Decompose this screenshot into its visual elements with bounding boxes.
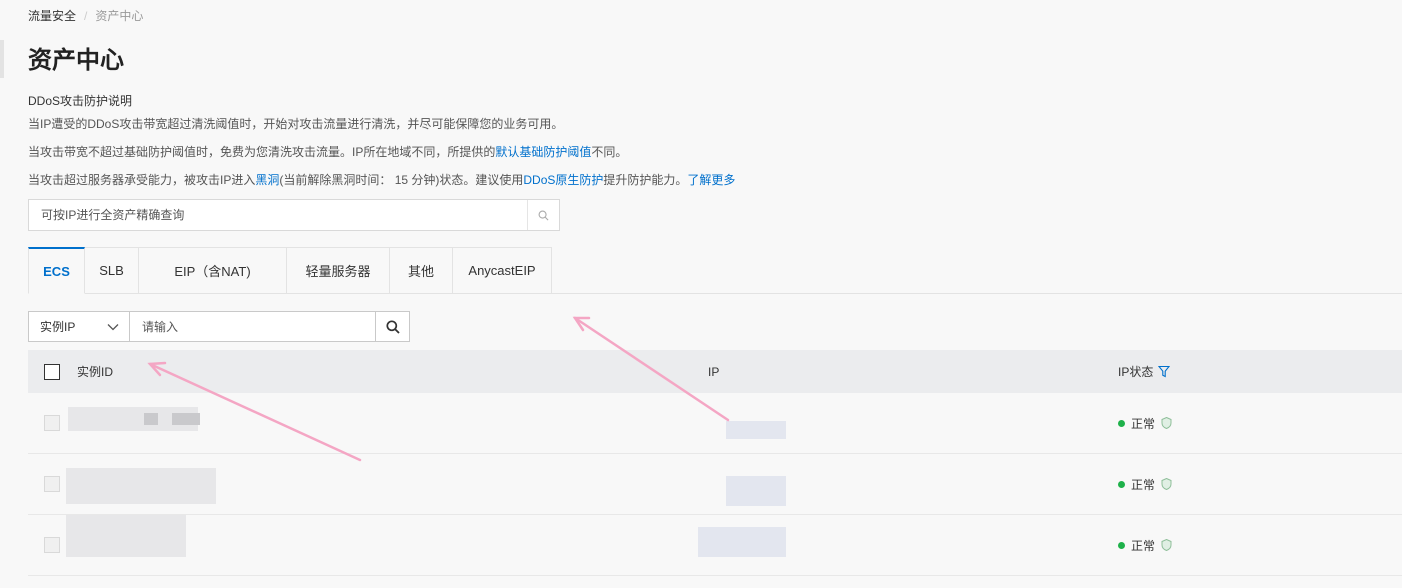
row-checkbox[interactable] [44,415,60,431]
table-header: 实例ID IP IP状态 [28,350,1402,393]
shield-icon [1161,417,1172,429]
tab-lightweight-server[interactable]: 轻量服务器 [287,247,390,294]
redacted-block [144,413,158,425]
global-search-button[interactable] [527,200,559,230]
tab-slb[interactable]: SLB [85,247,139,294]
filter-type-value: 实例IP [40,320,76,334]
filter-search-button[interactable] [376,311,410,342]
learn-more-link[interactable]: 了解更多 [687,173,735,187]
ddos-description-line-3: 当攻击超过服务器承受能力，被攻击IP进入黑洞(当前解除黑洞时间： 15 分钟)状… [28,171,735,188]
row-checkbox[interactable] [44,537,60,553]
search-icon [538,210,549,220]
ddos-description-line-1: 当IP遭受的DDoS攻击带宽超过清洗阈值时，开始对攻击流量进行清洗，并尽可能保障… [28,117,564,131]
table-row: 正常 [28,454,1402,515]
global-search-input[interactable] [29,200,527,230]
filter-funnel-icon[interactable] [1158,365,1171,378]
table-row: 正常 [28,393,1402,454]
tab-ecs[interactable]: ECS [28,247,85,294]
ip-status-cell: 正常 [1118,537,1172,554]
status-ok-dot [1118,480,1125,488]
status-label: 正常 [1131,477,1156,492]
ip-status-cell: 正常 [1118,415,1172,432]
redacted-instance-id [66,515,186,557]
header-ip: IP [708,364,720,379]
header-ip-status-label: IP状态 [1118,365,1154,379]
shield-icon [1161,478,1172,490]
filter-input-wrap [130,311,376,342]
redacted-instance-id [66,468,216,504]
line3-mid: (当前解除黑洞时间： 15 分钟)状态。建议使用 [279,173,524,187]
redacted-ip[interactable] [698,527,786,557]
redacted-block [172,413,200,425]
status-ok-dot [1118,541,1125,549]
line3-prefix: 当攻击超过服务器承受能力，被攻击IP进入 [28,173,256,187]
line2-prefix: 当攻击带宽不超过基础防护阈值时，免费为您清洗攻击流量。IP所在地域不同，所提供的 [28,145,496,159]
header-instance-id: 实例ID [77,365,114,379]
status-label: 正常 [1131,416,1156,431]
ddos-description-line-2: 当攻击带宽不超过基础防护阈值时，免费为您清洗攻击流量。IP所在地域不同，所提供的… [28,143,627,160]
select-all-checkbox[interactable] [44,363,60,380]
shield-icon [1161,539,1172,551]
tab-eip[interactable]: EIP（含NAT) [139,247,287,294]
row-checkbox[interactable] [44,476,60,492]
breadcrumb: 流量安全 / 资产中心 [28,7,143,24]
default-threshold-link[interactable]: 默认基础防护阈值 [495,145,591,159]
asset-table: 实例ID IP IP状态 正常 正常 正常 [28,350,1402,576]
table-row: 正常 [28,515,1402,576]
global-asset-search [28,199,560,231]
tab-anycast-eip[interactable]: AnycastEIP [453,247,552,294]
asset-type-tabs: ECS SLB EIP（含NAT) 轻量服务器 其他 AnycastEIP [28,247,552,294]
breadcrumb-parent[interactable]: 流量安全 [28,7,76,24]
status-label: 正常 [1131,538,1156,553]
tab-other[interactable]: 其他 [390,247,453,294]
blackhole-link[interactable]: 黑洞 [255,173,279,187]
redacted-ip[interactable] [726,476,786,506]
status-ok-dot [1118,419,1125,427]
breadcrumb-current: 资产中心 [95,9,144,23]
chevron-down-icon [107,323,119,330]
header-ip-status: IP状态 [1118,363,1171,380]
left-edge-divider [0,40,4,78]
search-icon [385,319,400,334]
filter-input[interactable] [130,312,375,341]
ddos-description-title: DDoS攻击防护说明 [28,94,133,108]
ip-status-cell: 正常 [1118,476,1172,493]
line3-mid2: 提升防护能力。 [603,173,688,187]
instance-filter: 实例IP [28,311,410,342]
breadcrumb-separator: / [84,8,88,23]
filter-type-select[interactable]: 实例IP [28,311,130,342]
redacted-ip[interactable] [726,421,786,439]
line2-suffix: 不同。 [591,145,628,159]
ddos-native-protection-link[interactable]: DDoS原生防护 [523,173,603,187]
page-title: 资产中心 [28,46,124,74]
